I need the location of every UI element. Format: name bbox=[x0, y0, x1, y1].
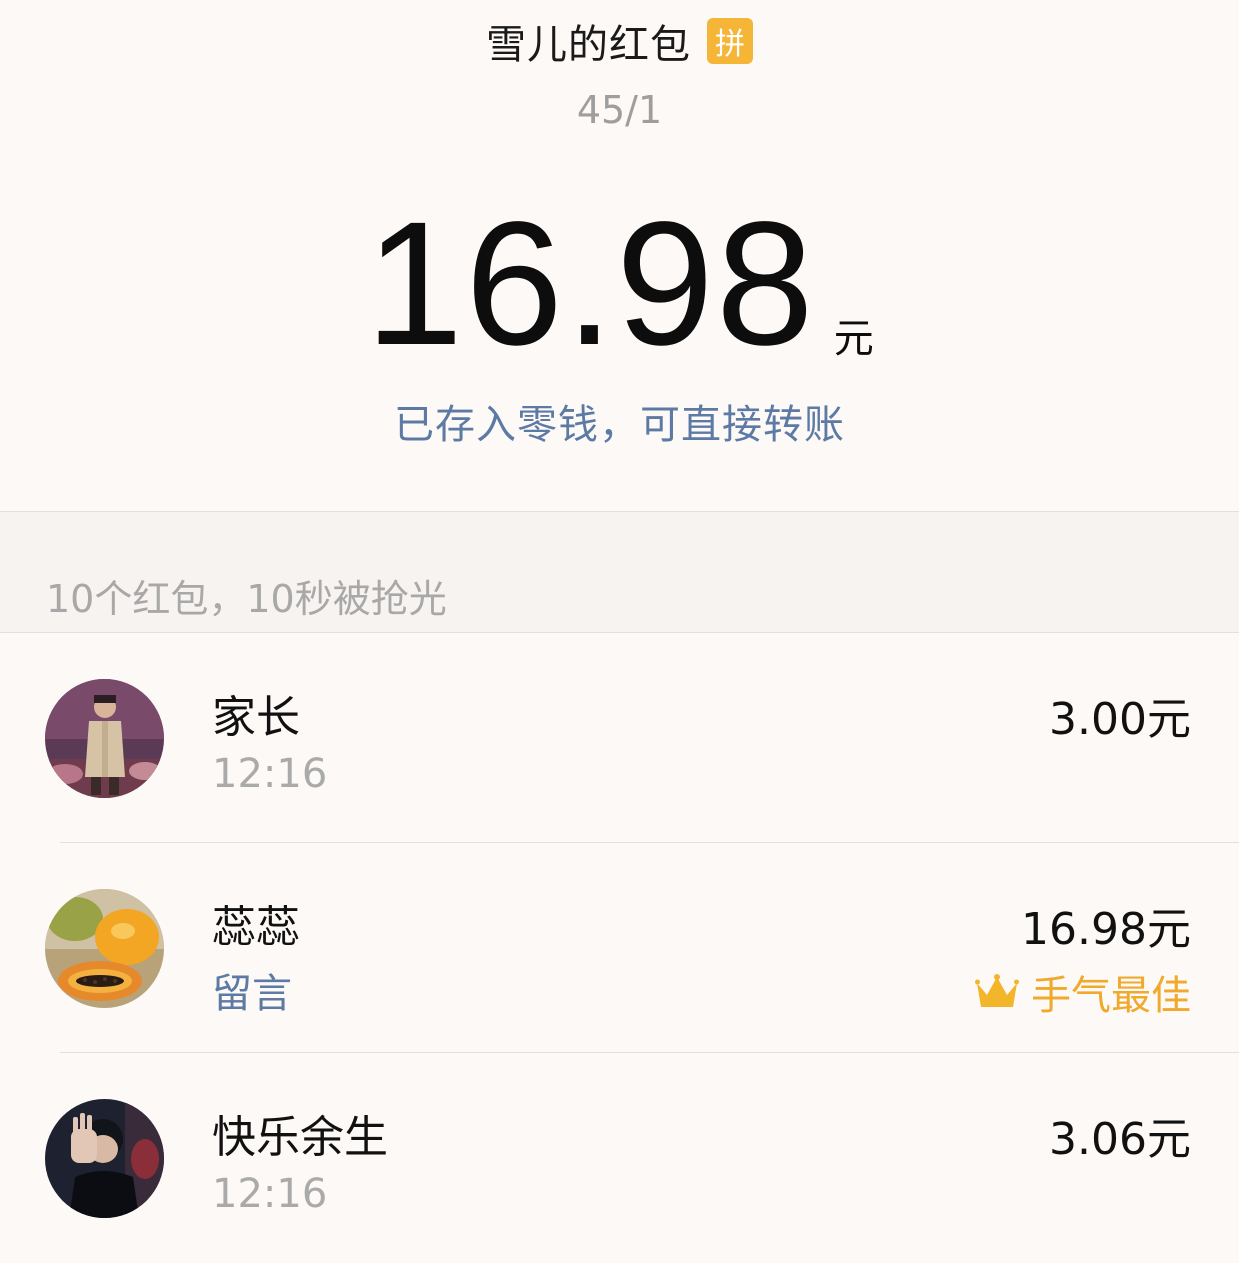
recipient-amount: 3.06元 bbox=[1049, 1114, 1191, 1165]
recipient-name: 蕊蕊 bbox=[212, 902, 300, 953]
summary-band: 10个红包，10秒被抢光 bbox=[0, 511, 1239, 633]
page-title: 雪儿的红包 bbox=[486, 22, 691, 68]
pin-badge: 拼 bbox=[707, 18, 753, 64]
recipient-name: 家长 bbox=[212, 692, 300, 743]
recipient-amount: 3.00元 bbox=[1049, 694, 1191, 745]
packet-count: 45/1 bbox=[576, 88, 663, 132]
title-row: 雪儿的红包 拼 bbox=[0, 12, 1239, 70]
summary-text: 10个红包，10秒被抢光 bbox=[46, 577, 447, 621]
list-item[interactable]: 蕊蕊 留言 16.98元 手气最佳 bbox=[0, 843, 1239, 1053]
child-photo-avatar[interactable] bbox=[45, 679, 164, 798]
best-luck-label: 手气最佳 bbox=[1031, 973, 1191, 1019]
receive-time: 12:16 bbox=[212, 1171, 328, 1217]
list-item[interactable]: 家长 12:16 3.00元 bbox=[0, 633, 1239, 843]
crown-icon bbox=[975, 974, 1019, 1007]
leave-message-link[interactable]: 留言 bbox=[212, 961, 292, 1019]
amount-unit: 元 bbox=[833, 316, 874, 362]
recipient-amount: 16.98元 bbox=[1021, 904, 1191, 955]
red-packet-header: 雪儿的红包 拼 45/1 16.98 元 已存入零钱，可直接转账 bbox=[0, 0, 1239, 511]
papaya-photo-avatar[interactable] bbox=[45, 889, 164, 1008]
recipient-name: 快乐余生 bbox=[212, 1112, 388, 1163]
list-item[interactable]: 快乐余生 12:16 3.06元 bbox=[0, 1053, 1239, 1263]
received-amount-row: 16.98 元 bbox=[0, 196, 1239, 372]
wallet-notice-link[interactable]: 已存入零钱，可直接转账 bbox=[0, 392, 1239, 450]
best-luck-badge: 手气最佳 bbox=[975, 963, 1191, 1021]
boy-photo-avatar[interactable] bbox=[45, 1099, 164, 1218]
recipient-list: 家长 12:16 3.00元 蕊蕊 留言 16.98元 手气最佳 快乐余生 12… bbox=[0, 633, 1239, 1263]
received-amount: 16.98 bbox=[365, 186, 816, 382]
receive-time: 12:16 bbox=[212, 751, 328, 797]
